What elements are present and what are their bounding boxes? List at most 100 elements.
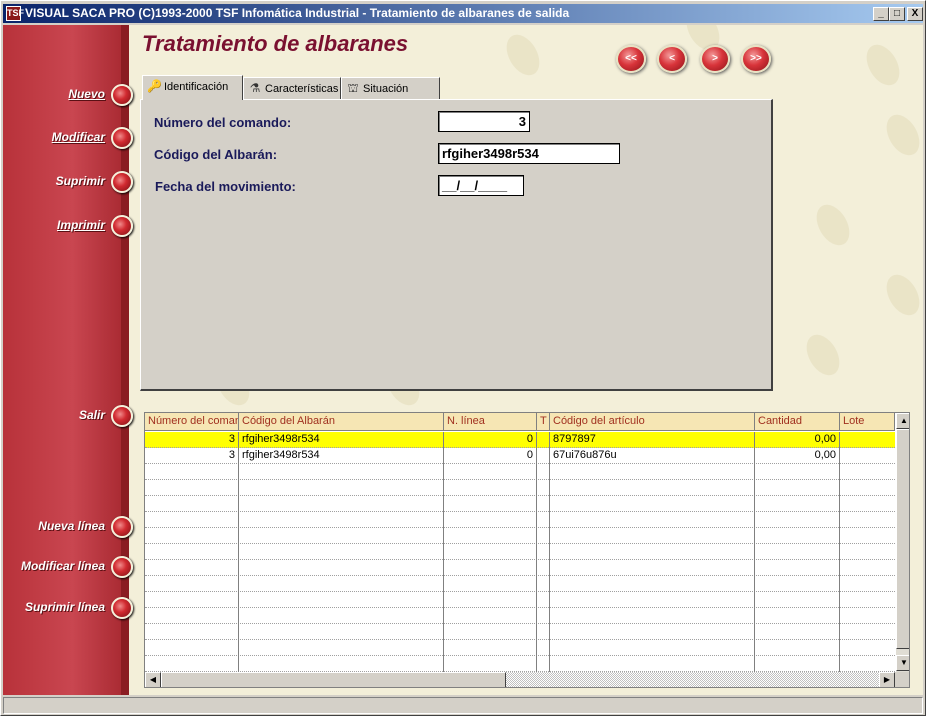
codigo-cell: rfgiher3498r534 [239, 448, 444, 464]
app-icon[interactable]: TSF [6, 6, 24, 21]
first-record-button[interactable]: << [616, 45, 646, 73]
sidebar-item-modificar[interactable]: Modificar [3, 126, 135, 150]
empty-table-row [145, 496, 895, 512]
sidebar-item-salir[interactable]: Salir [3, 404, 135, 428]
codigo-cell: rfgiher3498r534 [239, 432, 444, 448]
vertical-scrollbar[interactable]: ▲ ▼ [895, 413, 909, 672]
last-record-button[interactable]: >> [741, 45, 771, 73]
column-header[interactable]: Número del comando [145, 413, 239, 431]
button-knob-icon [111, 405, 133, 427]
tab-identificacion[interactable]: 🔑 Identificación [142, 75, 243, 100]
sidebar-item-label: Nueva línea [38, 519, 105, 533]
sidebar-item-suprimir-linea[interactable]: Suprimir línea [3, 596, 135, 620]
sidebar-item-label: Modificar [51, 130, 105, 144]
empty-table-row [145, 608, 895, 624]
button-knob-icon [111, 127, 133, 149]
lote-cell [840, 432, 895, 448]
sidebar-item-label: Suprimir [55, 174, 105, 188]
scroll-down-icon[interactable]: ▼ [896, 655, 909, 671]
signpost-icon: ⛫ [347, 81, 359, 95]
lote-cell [840, 448, 895, 464]
column-header[interactable]: Código del Albarán [239, 413, 444, 431]
button-knob-icon [111, 215, 133, 237]
sidebar-item-nueva-linea[interactable]: Nueva línea [3, 515, 135, 539]
scroll-left-icon[interactable]: ◀ [145, 672, 161, 687]
linea-cell: 0 [444, 448, 537, 464]
status-bar [3, 697, 923, 714]
empty-table-row [145, 560, 895, 576]
tab-situacion[interactable]: ⛫ Situación [341, 77, 440, 99]
close-button[interactable]: X [907, 7, 923, 21]
sidebar: Nuevo Modificar Suprimir Imprimir Salir … [3, 25, 133, 695]
button-knob-icon [111, 597, 133, 619]
articulo-cell: 67ui76u876u [550, 448, 755, 464]
title-bar[interactable]: TSF VISUAL SACA PRO (C)1993-2000 TSF Inf… [3, 4, 923, 23]
empty-table-row [145, 656, 895, 672]
sidebar-item-label: Imprimir [56, 218, 105, 232]
cantidad-cell: 0,00 [755, 432, 840, 448]
tab-label: Características [265, 83, 339, 95]
button-knob-icon [111, 556, 133, 578]
maximize-button[interactable]: □ [889, 7, 905, 21]
sidebar-item-imprimir[interactable]: Imprimir [3, 214, 135, 238]
button-knob-icon [111, 84, 133, 106]
empty-table-row [145, 576, 895, 592]
sidebar-item-label: Modificar línea [20, 559, 105, 573]
numero-cell: 3 [145, 448, 239, 464]
linea-cell: 0 [444, 432, 537, 448]
empty-table-row [145, 528, 895, 544]
identification-panel: Número del comando: 3 Código del Albarán… [140, 99, 773, 391]
empty-table-row [145, 544, 895, 560]
main-content: Nuevo Modificar Suprimir Imprimir Salir … [3, 25, 923, 695]
inspect-icon: ⚗ [249, 81, 261, 95]
scroll-right-icon[interactable]: ▶ [879, 672, 895, 687]
button-knob-icon [111, 516, 133, 538]
vertical-scroll-thumb[interactable] [896, 429, 909, 649]
cantidad-cell: 0,00 [755, 448, 840, 464]
table-row[interactable]: 3 rfgiher3498r534 0 8797897 0,00 [145, 432, 895, 448]
sidebar-item-nuevo[interactable]: Nuevo [3, 83, 135, 107]
fecha-movimiento-field[interactable]: __/__/____ [438, 175, 524, 196]
empty-table-row [145, 464, 895, 480]
previous-record-button[interactable]: < [657, 45, 687, 73]
numero-comando-label: Número del comando: [154, 115, 292, 130]
codigo-albaran-label: Código del Albarán: [154, 147, 278, 162]
horizontal-scroll-thumb[interactable] [161, 672, 506, 687]
sidebar-item-suprimir[interactable]: Suprimir [3, 170, 135, 194]
table-row[interactable]: 3 rfgiher3498r534 0 67ui76u876u 0,00 [145, 448, 895, 464]
column-header[interactable]: Cantidad [755, 413, 840, 431]
next-record-button[interactable]: > [700, 45, 730, 73]
numero-cell: 3 [145, 432, 239, 448]
sidebar-item-label: Suprimir línea [24, 600, 105, 614]
window-title: VISUAL SACA PRO (C)1993-2000 TSF Infomát… [25, 6, 570, 20]
table-header: Número del comando Código del Albarán N.… [145, 413, 895, 431]
tab-label: Situación [363, 83, 409, 95]
codigo-albaran-field[interactable]: rfgiher3498r534 [438, 143, 620, 164]
key-icon: 🔑 [147, 79, 162, 93]
column-header[interactable]: Código del artículo [550, 413, 755, 431]
numero-comando-field[interactable]: 3 [438, 111, 530, 132]
minimize-button[interactable]: _ [873, 7, 889, 21]
column-header[interactable]: Lote [840, 413, 895, 431]
horizontal-scrollbar[interactable]: ◀ ▶ [145, 672, 895, 687]
lines-table: Número del comando Código del Albarán N.… [144, 412, 910, 688]
empty-table-row [145, 624, 895, 640]
scroll-up-icon[interactable]: ▲ [896, 413, 909, 429]
articulo-cell: 8797897 [550, 432, 755, 448]
button-knob-icon [111, 171, 133, 193]
fecha-movimiento-label: Fecha del movimiento: [155, 179, 296, 194]
column-header[interactable]: T [537, 413, 550, 431]
sidebar-item-modificar-linea[interactable]: Modificar línea [3, 555, 135, 579]
empty-table-row [145, 480, 895, 496]
scrollbar-corner [895, 672, 909, 687]
empty-table-row [145, 640, 895, 656]
column-header[interactable]: N. línea [444, 413, 537, 431]
empty-table-row [145, 592, 895, 608]
empty-table-row [145, 512, 895, 528]
sidebar-item-label: Nuevo [68, 87, 105, 101]
t-cell [537, 448, 550, 464]
application-window: TSF VISUAL SACA PRO (C)1993-2000 TSF Inf… [0, 0, 926, 716]
tab-caracteristicas[interactable]: ⚗ Características [243, 77, 341, 99]
t-cell [537, 432, 550, 448]
tab-label: Identificación [164, 81, 229, 93]
